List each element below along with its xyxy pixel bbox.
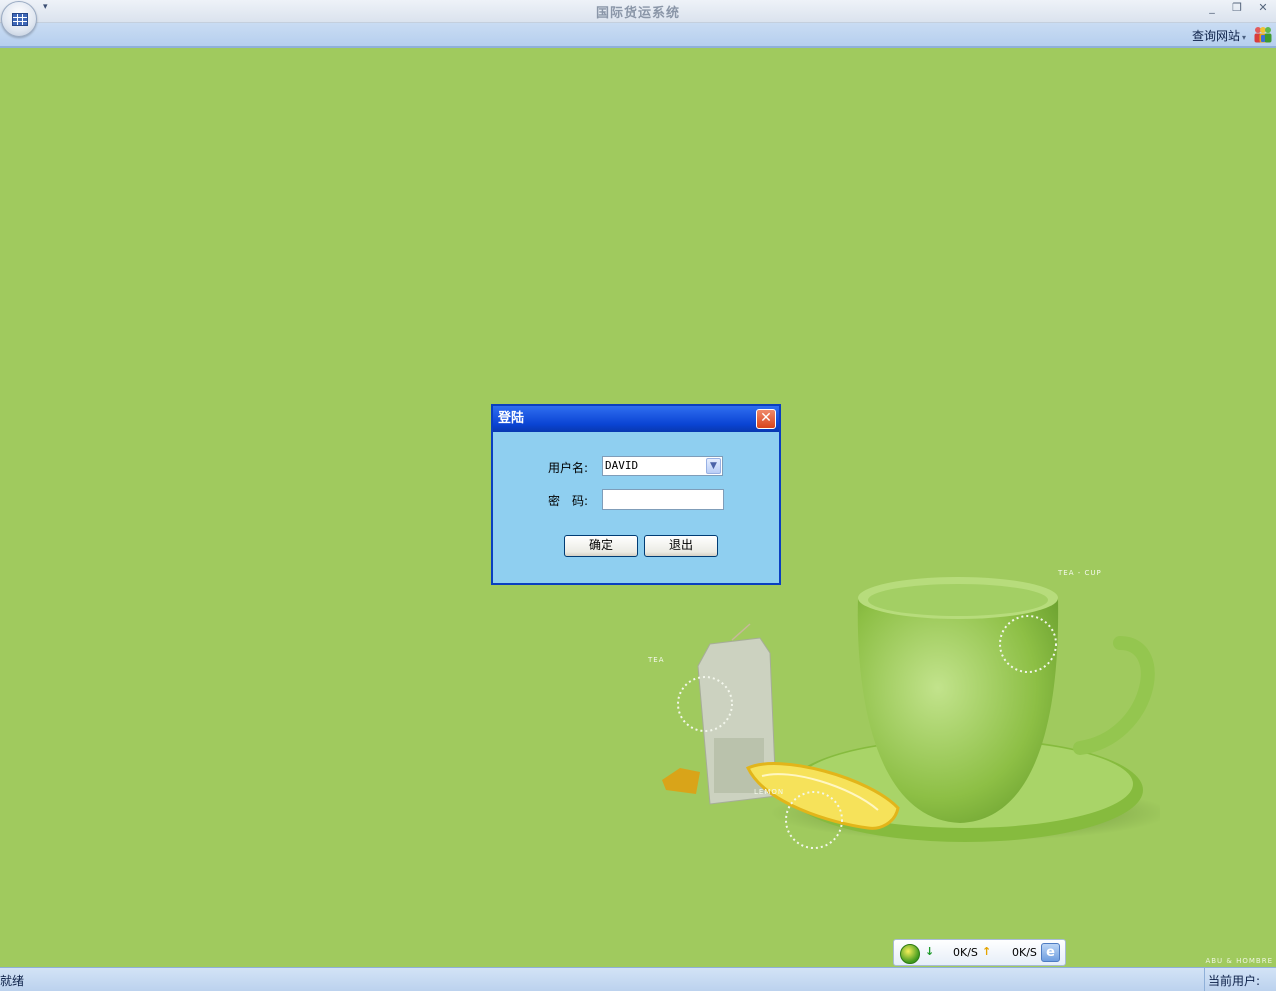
query-website-menu[interactable]: 查询网站 ▾ — [1192, 27, 1246, 44]
lemon-label: LEMON — [754, 788, 785, 796]
dialog-close-button[interactable]: ✕ — [756, 409, 776, 429]
users-icon[interactable] — [1253, 26, 1273, 43]
tea-label: TEA — [648, 656, 665, 664]
username-label: 用户名: — [548, 461, 589, 475]
tea-cup-illustration — [662, 577, 1160, 849]
title-bar: 国际货运系统 ▾ _ ❐ ✕ — [0, 0, 1276, 23]
network-speed-widget[interactable]: ↓ 0K/S ↑ 0K/S e — [893, 939, 1066, 966]
current-user-panel: 当前用户: — [1204, 968, 1276, 991]
upload-speed: 0K/S — [1012, 946, 1037, 959]
password-input[interactable] — [602, 489, 724, 510]
username-select[interactable]: DAVID ▼ — [602, 456, 723, 476]
username-value: DAVID — [605, 459, 639, 472]
status-bar: 就绪 当前用户: — [0, 967, 1276, 991]
query-website-label: 查询网站 — [1191, 29, 1240, 43]
download-speed: 0K/S — [953, 946, 978, 959]
status-text: 就绪 — [0, 974, 25, 988]
minimize-button[interactable]: _ — [1203, 1, 1221, 14]
upload-arrow-icon: ↑ — [982, 945, 992, 958]
dialog-title: 登陆 — [498, 411, 525, 426]
close-button[interactable]: ✕ — [1254, 1, 1272, 14]
application-menu-button[interactable] — [1, 1, 37, 37]
exit-button[interactable]: 退出 — [644, 535, 718, 557]
login-dialog: 登陆 ✕ 用户名: DAVID ▼ 密 码: 确定 退出 — [491, 404, 781, 585]
chevron-down-icon[interactable]: ▼ — [706, 458, 721, 474]
window-title: 国际货运系统 — [595, 6, 680, 21]
restore-button[interactable]: ❐ — [1228, 1, 1246, 14]
quick-access-dropdown-icon[interactable]: ▾ — [43, 2, 48, 12]
password-label: 密 码: — [548, 494, 589, 508]
download-arrow-icon: ↓ — [925, 945, 935, 958]
tea-cup-label: TEA - CUP — [1058, 569, 1102, 577]
watermark: ABU & HOMBRE — [1205, 957, 1273, 965]
current-user-label: 当前用户: — [1208, 974, 1261, 988]
ok-button[interactable]: 确定 — [564, 535, 638, 557]
accelerator-logo-icon[interactable] — [900, 944, 920, 964]
dialog-title-bar: 登陆 — [493, 406, 779, 432]
ribbon-bar: 查询网站 ▾ — [0, 23, 1276, 48]
grid-icon — [12, 13, 28, 26]
chevron-down-icon: ▾ — [1241, 33, 1246, 42]
browser-icon[interactable]: e — [1041, 943, 1060, 962]
